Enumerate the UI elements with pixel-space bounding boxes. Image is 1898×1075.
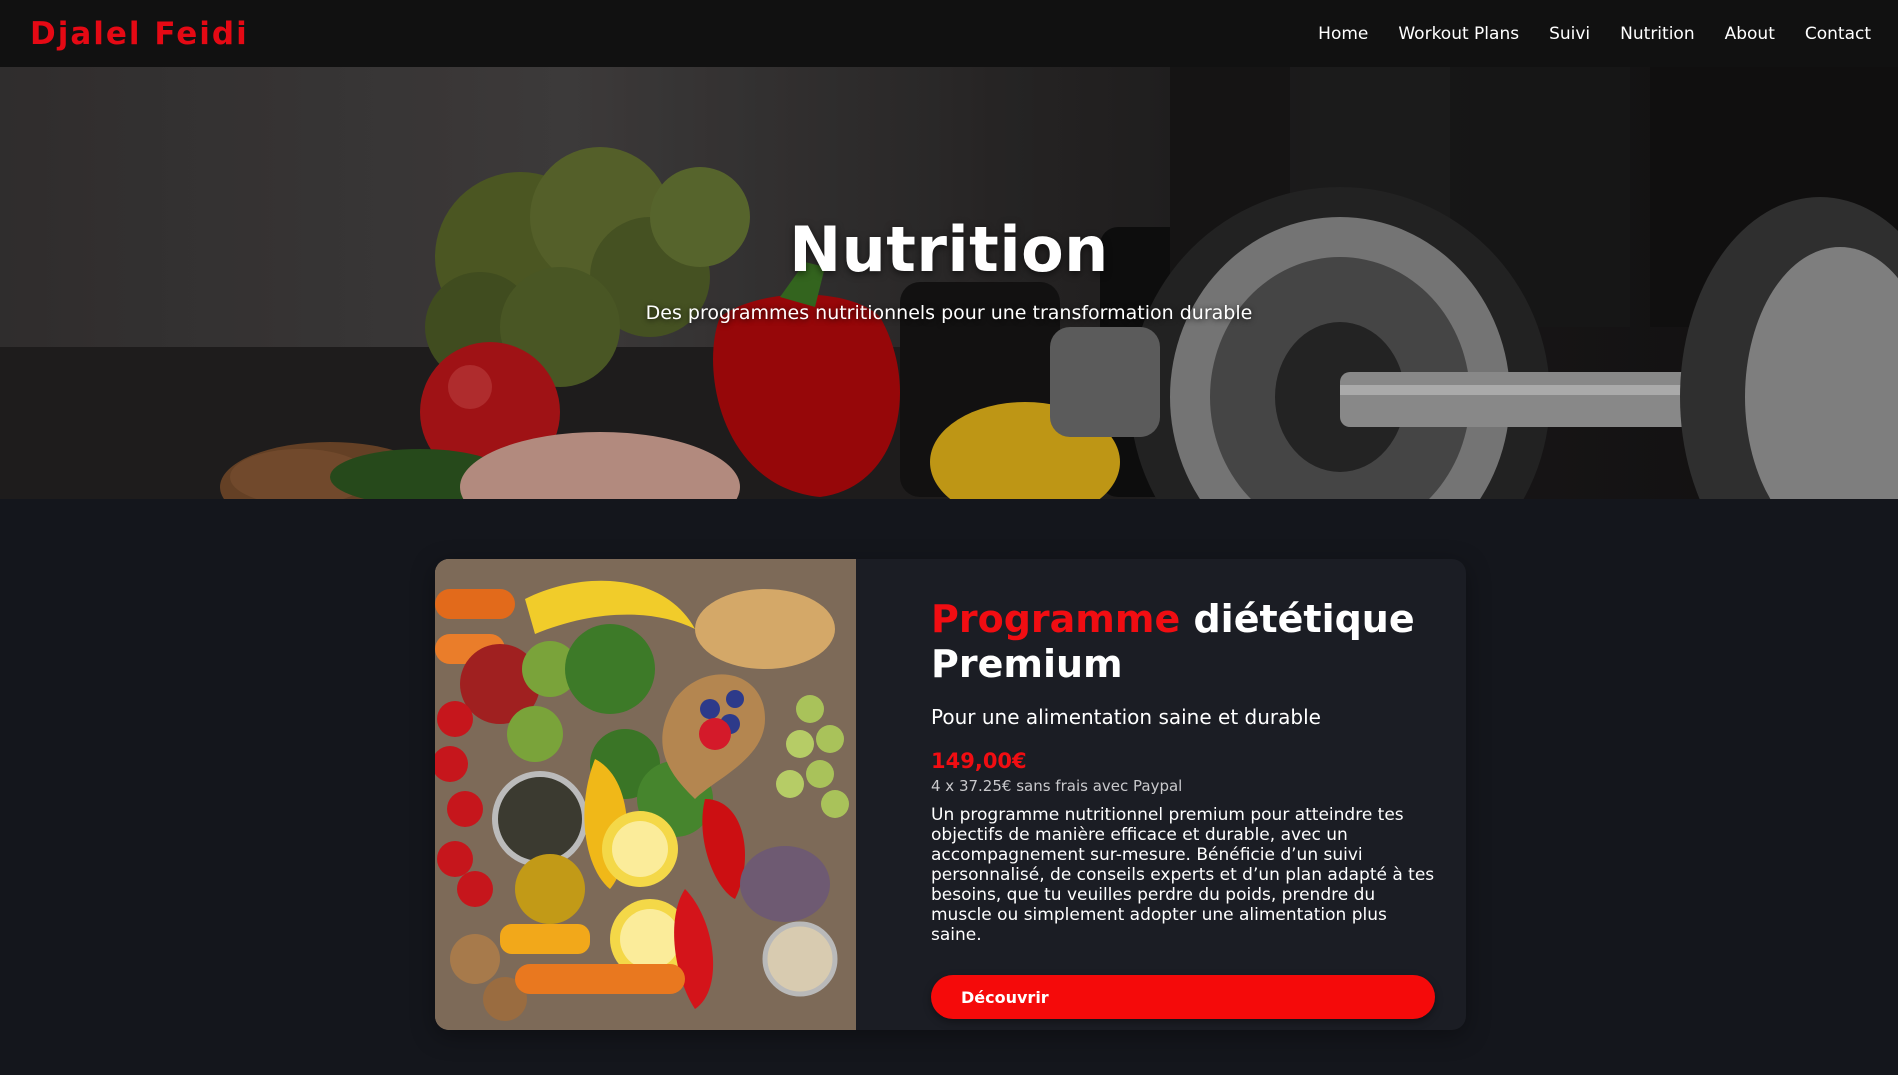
nav-link-about[interactable]: About xyxy=(1725,24,1775,44)
product-title: Programme diététique Premium xyxy=(931,597,1436,687)
vegetables-illustration xyxy=(435,559,856,1030)
product-card: Programme diététique Premium Pour une al… xyxy=(435,559,1466,1030)
product-image xyxy=(435,559,856,1030)
discover-button[interactable]: Découvrir xyxy=(931,975,1435,1019)
nav-link-contact[interactable]: Contact xyxy=(1805,24,1871,44)
product-description: Un programme nutritionnel premium pour a… xyxy=(931,805,1435,945)
nav-link-suivi[interactable]: Suivi xyxy=(1549,24,1590,44)
brand-logo[interactable]: Djalel Feidi xyxy=(30,16,249,52)
product-details: Programme diététique Premium Pour une al… xyxy=(856,559,1466,1030)
product-title-accent: Programme xyxy=(931,597,1181,641)
hero-banner: Nutrition Des programmes nutritionnels p… xyxy=(0,67,1898,499)
hero-subtitle: Des programmes nutritionnels pour une tr… xyxy=(645,302,1253,324)
nav-links: Home Workout Plans Suivi Nutrition About… xyxy=(1318,24,1871,44)
nav-link-home[interactable]: Home xyxy=(1318,24,1368,44)
nav-link-workout-plans[interactable]: Workout Plans xyxy=(1398,24,1519,44)
hero-title: Nutrition xyxy=(789,213,1109,286)
hero-text: Nutrition Des programmes nutritionnels p… xyxy=(0,213,1898,324)
product-tagline: Pour une alimentation saine et durable xyxy=(931,705,1321,729)
installments-note: 4 x 37.25€ sans frais avec Paypal xyxy=(931,777,1183,795)
product-price: 149,00€ xyxy=(931,749,1027,773)
nav-link-nutrition[interactable]: Nutrition xyxy=(1620,24,1694,44)
navbar: Djalel Feidi Home Workout Plans Suivi Nu… xyxy=(0,0,1898,67)
